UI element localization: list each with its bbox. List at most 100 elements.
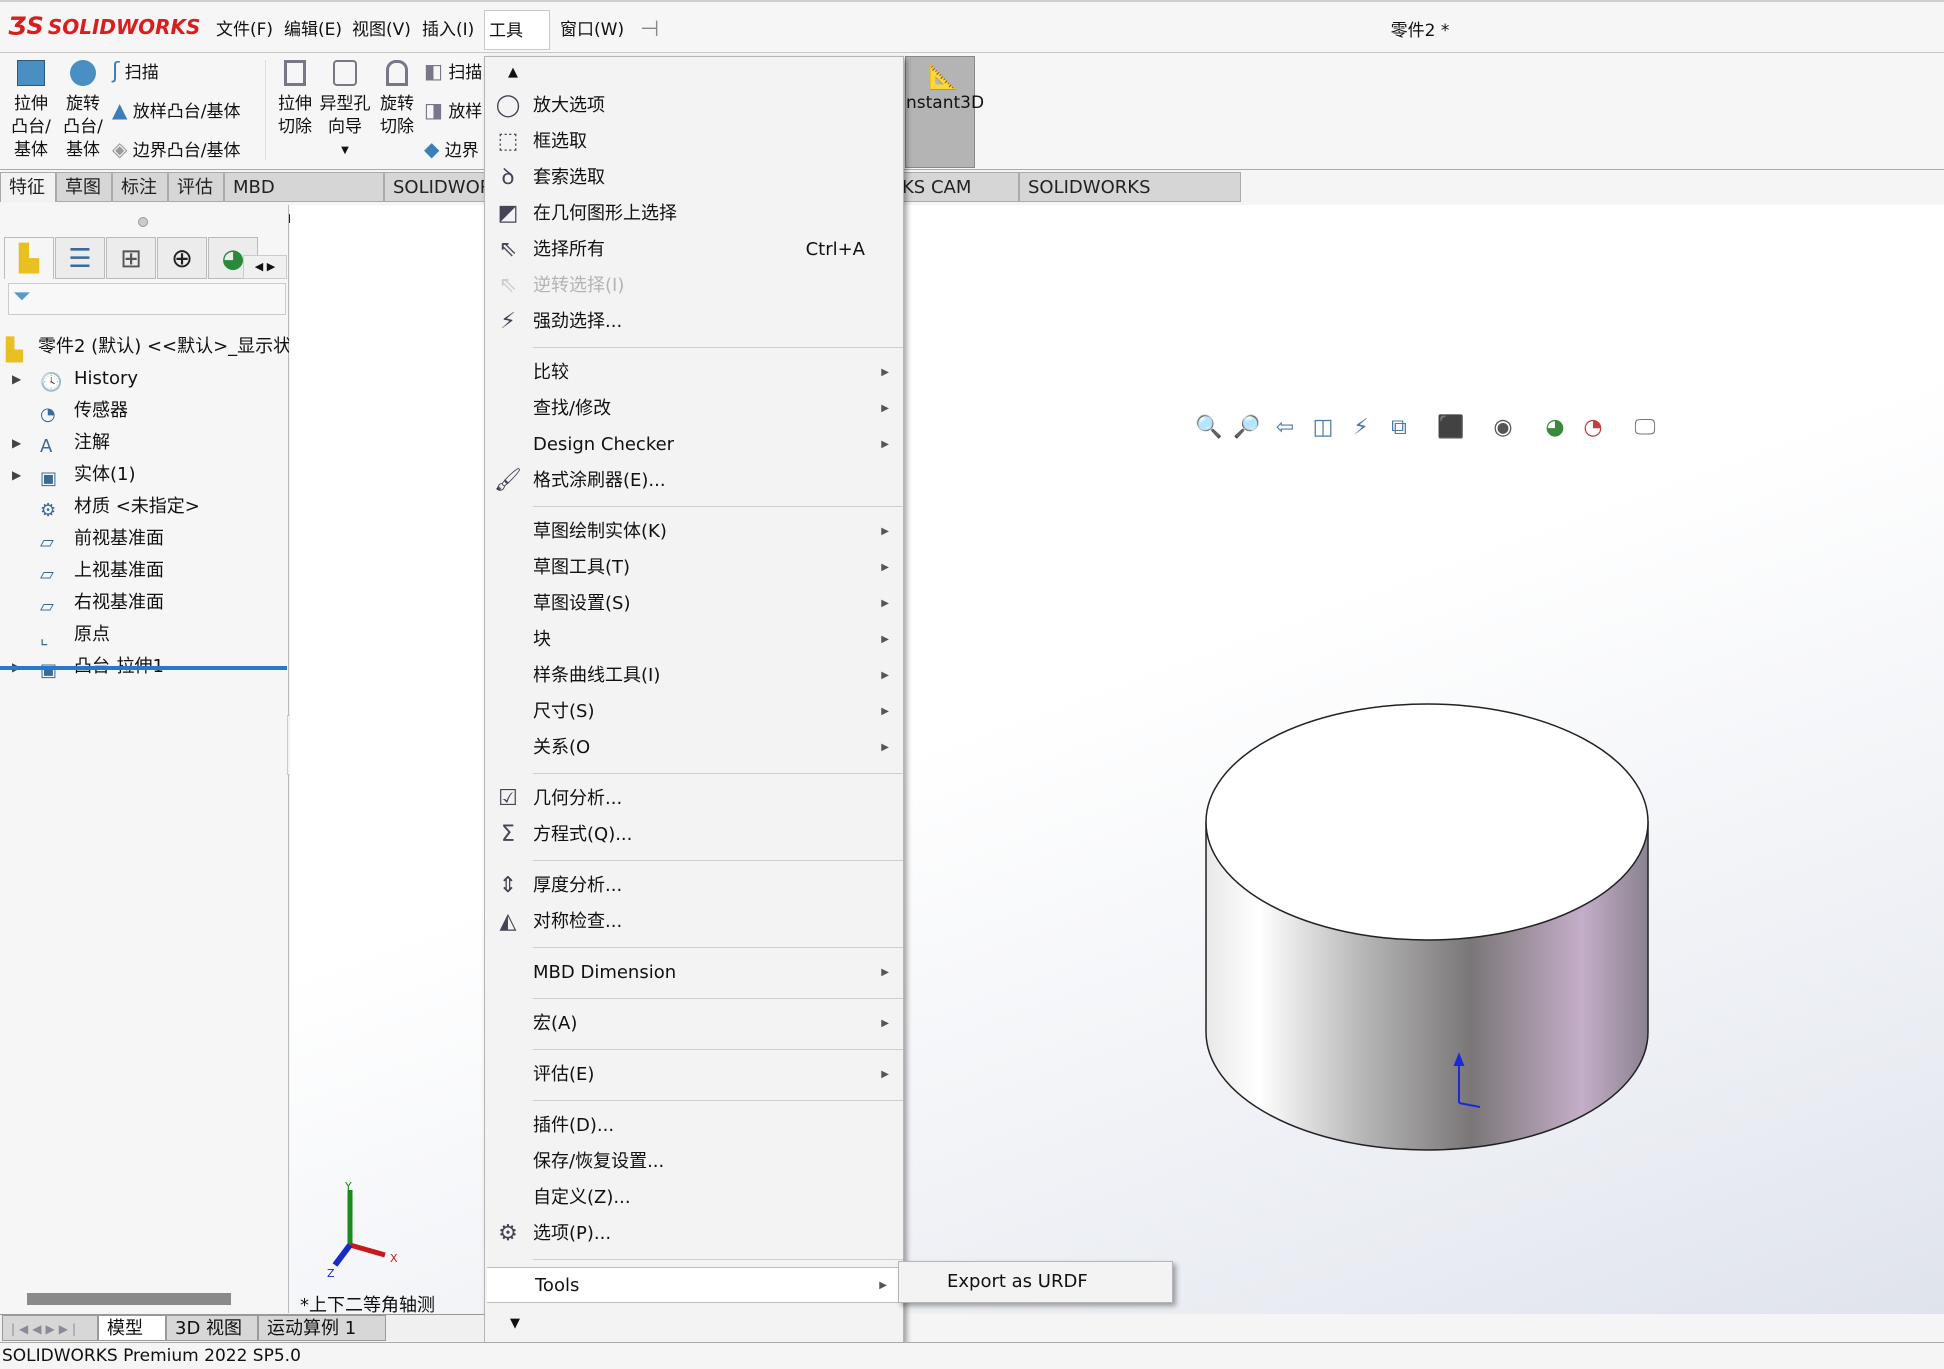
menu-item-label: 宏(A) bbox=[533, 1013, 578, 1034]
menu-item[interactable]: 宏(A) ▶ bbox=[485, 1006, 903, 1042]
tree-item-label: 右视基准面 bbox=[74, 592, 164, 613]
menu-item[interactable]: 样条曲线工具(I) ▶ bbox=[485, 658, 903, 694]
tree-item[interactable]: ▱ 前视基准面 bbox=[0, 523, 289, 555]
revolve-cut-button[interactable]: 旋转 切除 bbox=[374, 60, 420, 139]
boundary-cut-button[interactable]: ◆ 边界 bbox=[424, 138, 479, 163]
geometry-analysis-icon: ☑ bbox=[498, 786, 518, 811]
revolve-boss-button[interactable]: 旋转 凸台/ 基体 bbox=[60, 60, 106, 162]
menu-item[interactable]: 🖌 格式涂刷器(E)... bbox=[485, 463, 903, 499]
filter-box[interactable]: ⏷ bbox=[8, 283, 286, 315]
submenu-arrow-icon: ▶ bbox=[881, 1018, 889, 1029]
menu-item[interactable]: ꝺ 套索选取 bbox=[485, 160, 903, 196]
tab-markup[interactable]: 标注 bbox=[112, 172, 168, 202]
tab-solidworks-addins[interactable]: SOLIDWOR bbox=[384, 172, 494, 202]
tab-solidworks-cam-tbm[interactable]: KS CAM TBM bbox=[893, 172, 1019, 202]
hole-wizard-dropdown-icon[interactable]: ▼ bbox=[318, 139, 372, 162]
menu-item[interactable]: ⚡ 强劲选择... bbox=[485, 304, 903, 340]
menu-window[interactable]: 窗口(W) bbox=[556, 10, 628, 50]
tree-item[interactable]: ▶ A 注解 bbox=[0, 427, 289, 459]
menu-separator bbox=[485, 499, 903, 514]
menu-separator bbox=[485, 940, 903, 955]
menu-item[interactable]: ⇖ 选择所有 Ctrl+A bbox=[485, 232, 903, 268]
menu-item[interactable]: Σ 方程式(Q)... bbox=[485, 817, 903, 853]
menu-file[interactable]: 文件(F) bbox=[212, 10, 277, 50]
menu-item[interactable]: 块 ▶ bbox=[485, 622, 903, 658]
tree-item[interactable]: ▱ 右视基准面 bbox=[0, 587, 289, 619]
menu-item[interactable]: ◭ 对称检查... bbox=[485, 904, 903, 940]
tab-features[interactable]: 特征 bbox=[0, 172, 56, 202]
menu-item[interactable]: ☑ 几何分析... bbox=[485, 781, 903, 817]
menu-item[interactable]: ⚙ 选项(P)... bbox=[485, 1216, 903, 1252]
menu-item[interactable]: 比较 ▶ bbox=[485, 355, 903, 391]
tab-sketch[interactable]: 草图 bbox=[56, 172, 112, 202]
configurationmanager-tab-icon[interactable]: ⊞ bbox=[106, 237, 156, 279]
dimxpert-tab-icon[interactable]: ⊕ bbox=[157, 237, 207, 279]
menu-item[interactable]: ⇕ 厚度分析... bbox=[485, 868, 903, 904]
menu-item[interactable]: 评估(E) ▶ bbox=[485, 1057, 903, 1093]
propertymanager-tab-icon[interactable]: ☰ bbox=[55, 237, 105, 279]
featuremanager-tab-icon[interactable]: ▙ bbox=[4, 237, 54, 279]
tree-item[interactable]: ⚙ 材质 <未指定> bbox=[0, 491, 289, 523]
menu-scroll-down-icon[interactable]: ▼ bbox=[485, 1309, 545, 1339]
menu-item[interactable]: Design Checker ▶ bbox=[485, 427, 903, 463]
menu-tools[interactable]: 工具(T) bbox=[484, 10, 550, 81]
menu-item-label: 厚度分析... bbox=[533, 875, 623, 896]
sweep-button[interactable]: ʃ 扫描 bbox=[112, 60, 159, 85]
expand-arrow-icon[interactable]: ▶ bbox=[12, 459, 21, 491]
loft-button[interactable]: ▲ 放样凸台/基体 bbox=[112, 99, 241, 124]
tab-solidworks-inspection[interactable]: SOLIDWORKS Inspection bbox=[1019, 172, 1241, 228]
menu-separator bbox=[485, 853, 903, 868]
expand-arrow-icon[interactable]: ▶ bbox=[12, 427, 21, 459]
panel-tab-scroll-arrows[interactable]: ◀ ▶ bbox=[243, 255, 287, 279]
menu-item[interactable]: ⬚ 框选取 bbox=[485, 124, 903, 160]
menu-item[interactable]: 草图设置(S) ▶ bbox=[485, 586, 903, 622]
menu-separator bbox=[485, 991, 903, 1006]
tree-root-part[interactable]: ▙ 零件2 (默认) <<默认>_显示状态 bbox=[0, 331, 289, 363]
menu-item[interactable]: 查找/修改 ▶ bbox=[485, 391, 903, 427]
menu-item[interactable]: ◩ 在几何图形上选择 bbox=[485, 196, 903, 232]
menu-scroll-up-icon[interactable]: ▲ bbox=[485, 57, 545, 88]
pin-icon[interactable]: ⊣ bbox=[636, 10, 663, 50]
menu-item[interactable]: ◯ 放大选项 bbox=[485, 88, 903, 124]
menu-item[interactable]: Tools ▶ bbox=[487, 1267, 901, 1303]
tab-scroll-arrows[interactable]: |◀◀▶▶| bbox=[2, 1315, 98, 1341]
lofted-cut-icon: ◨ bbox=[424, 98, 443, 122]
menu-item[interactable]: 关系(O ▶ bbox=[485, 730, 903, 766]
expand-arrow-icon[interactable]: ▶ bbox=[12, 363, 21, 395]
select-over-geometry-icon: ◩ bbox=[497, 201, 519, 226]
menu-item[interactable]: 草图绘制实体(K) ▶ bbox=[485, 514, 903, 550]
tab-evaluate[interactable]: 评估 bbox=[168, 172, 224, 202]
rollback-bar[interactable] bbox=[0, 666, 287, 670]
panel-horizontal-scrollbar[interactable] bbox=[27, 1293, 231, 1305]
tab-model[interactable]: 模型 bbox=[98, 1315, 166, 1341]
boundary-boss-button[interactable]: ◈ 边界凸台/基体 bbox=[112, 138, 241, 163]
menu-item[interactable]: MBD Dimension ▶ bbox=[485, 955, 903, 991]
cylinder-body[interactable] bbox=[1205, 703, 1649, 1151]
tab-mbd-dimensions[interactable]: MBD Dimensions bbox=[224, 172, 384, 228]
instant3d-button[interactable]: 📐 nstant3D bbox=[905, 56, 984, 168]
menu-insert[interactable]: 插入(I) bbox=[418, 10, 478, 50]
panel-handle[interactable] bbox=[138, 217, 148, 227]
menu-item[interactable]: 插件(D)... bbox=[485, 1108, 903, 1144]
menu-view[interactable]: 视图(V) bbox=[348, 10, 415, 50]
export-as-urdf-item[interactable]: Export as URDF bbox=[947, 1262, 1172, 1302]
tree-item[interactable]: ⌞ 原点 bbox=[0, 619, 289, 651]
menu-item[interactable]: 自定义(Z)... bbox=[485, 1180, 903, 1216]
swept-cut-button[interactable]: ◧ 扫描 bbox=[424, 60, 482, 85]
tab-3d-views[interactable]: 3D 视图 bbox=[166, 1315, 258, 1341]
tab-motion-study-1[interactable]: 运动算例 1 bbox=[258, 1315, 386, 1341]
solidworks-logo[interactable]: ƷS SOLIDWORKS bbox=[8, 12, 200, 40]
tree-item[interactable]: ◔ 传感器 bbox=[0, 395, 289, 427]
menu-item[interactable]: 草图工具(T) ▶ bbox=[485, 550, 903, 586]
menu-item[interactable]: 保存/恢复设置... bbox=[485, 1144, 903, 1180]
extrude-boss-button[interactable]: 拉伸 凸台/ 基体 bbox=[8, 60, 54, 162]
menu-item[interactable]: 尺寸(S) ▶ bbox=[485, 694, 903, 730]
hole-wizard-button[interactable]: 异型孔 向导 ▼ bbox=[318, 60, 372, 162]
tree-item-label: 原点 bbox=[74, 624, 110, 645]
tree-item[interactable]: ▶ ▣ 实体(1) bbox=[0, 459, 289, 491]
extrude-cut-button[interactable]: 拉伸 切除 bbox=[272, 60, 318, 139]
tree-item[interactable]: ▶ 🕓 History bbox=[0, 363, 289, 395]
lofted-cut-button[interactable]: ◨ 放样 bbox=[424, 99, 482, 124]
tree-item[interactable]: ▱ 上视基准面 bbox=[0, 555, 289, 587]
menu-edit[interactable]: 编辑(E) bbox=[280, 10, 346, 50]
